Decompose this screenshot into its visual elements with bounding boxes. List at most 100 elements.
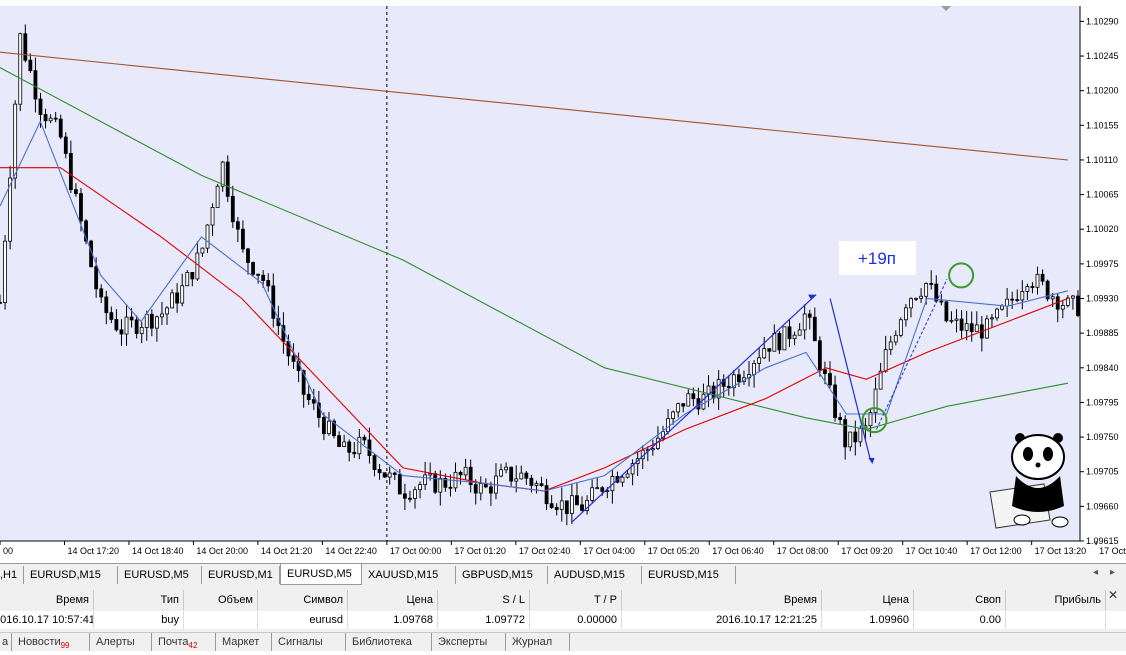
scroll-right-icon[interactable]: ▸ [1110, 567, 1115, 578]
x-tick-label: 17 Oct 09:20 [841, 546, 893, 556]
chart-canvas[interactable]: 1.10290 1.10245 1.10200 1.10155 1.10110 1.100… [0, 0, 1126, 563]
terminal-tab[interactable]: Библиотека [346, 633, 432, 651]
table-row[interactable]: 2016.10.17 10:57:41 buy eurusd 1.09768 1.097… [0, 611, 1126, 629]
terminal-tab[interactable]: Новости99 [12, 633, 90, 651]
close-icon[interactable]: ✕ [1108, 588, 1118, 602]
terminal-tab-label: Новости [18, 636, 61, 648]
terminal-tab-label: Алерты [96, 636, 135, 648]
candle-bull [792, 334, 797, 340]
tab-audusd-m15[interactable]: AUDUSD,M15 [548, 566, 642, 584]
column-header[interactable]: Время [622, 590, 822, 610]
y-tick-label: 1.09750 [1086, 432, 1119, 442]
x-tick-label: 17 Oct 08:00 [777, 546, 829, 556]
terminal-tab-label: а [2, 636, 9, 648]
candle-bull [478, 483, 483, 494]
candle-bear [271, 285, 276, 319]
candle-bull [666, 418, 670, 433]
candle-bear [959, 318, 964, 331]
candle-bear [458, 471, 463, 476]
table-cell: 0.00000 [530, 611, 622, 629]
candle-bear [524, 472, 529, 479]
candle-bear [0, 301, 2, 304]
x-tick-label: 17 Oct 06:40 [712, 546, 764, 556]
column-header[interactable]: S / L [438, 590, 530, 610]
candle-bull [413, 489, 417, 499]
x-tick-label: 17 Oct 05:20 [648, 546, 700, 556]
column-header[interactable]: Прибыль [1006, 590, 1106, 610]
candle-bull [154, 316, 159, 329]
candle-bear [33, 70, 38, 100]
tab-eurusd-m15[interactable]: EURUSD,M15 [24, 566, 118, 584]
symbol-tabs-bar: ,H1 EURUSD,M15 EURUSD,M5 EURUSD,M1 EURUSD,M5… [0, 563, 1126, 586]
y-tick-label: 1.09705 [1086, 467, 1119, 477]
terminal-tab[interactable]: Сигналы [272, 633, 346, 651]
terminal-tab[interactable]: Журнал [506, 633, 570, 651]
scroll-left-icon[interactable]: ◂ [1093, 567, 1098, 578]
candle-bear [787, 326, 792, 340]
candle-bear [681, 403, 686, 407]
candle-bull [327, 420, 331, 435]
candle-bull [559, 500, 564, 510]
column-header[interactable]: T / P [530, 590, 622, 610]
y-tick-label: 1.09840 [1086, 363, 1119, 373]
candle-bear [347, 441, 352, 453]
tab-eurusd-m15[interactable]: EURUSD,M15 [642, 566, 736, 584]
candle-bear [104, 296, 109, 314]
candle-bear [691, 393, 696, 400]
x-tick-label: 14 Oct 21:20 [261, 546, 313, 556]
terminal-tab[interactable]: Почта42 [152, 633, 216, 651]
candle-bear [575, 495, 579, 506]
candle-bull [909, 298, 913, 309]
tab-eurusd-m5[interactable]: EURUSD,M5 [118, 566, 202, 584]
candle-bear [1015, 299, 1020, 302]
candle-bull [18, 33, 23, 105]
candle-bear [529, 477, 534, 486]
candle-bull [848, 431, 853, 448]
candle-bull [357, 436, 362, 455]
candle-bear [843, 419, 848, 448]
column-header[interactable]: Цена [822, 590, 914, 610]
candle-bear [726, 385, 731, 389]
plot-area [0, 6, 1080, 541]
tab-xauusd-m15[interactable]: XAUUSD,M15 [362, 566, 456, 584]
candle-bull [990, 317, 994, 320]
candle-bull [504, 466, 508, 471]
candle-bull [1005, 298, 1010, 307]
tab-eurusd-m1[interactable]: EURUSD,M1 [202, 566, 280, 584]
candle-bull [650, 448, 655, 451]
candle-bear [241, 228, 245, 250]
y-tick-label: 1.10155 [1086, 120, 1119, 130]
terminal-tab[interactable]: Эксперты [432, 633, 506, 651]
y-tick-label: 1.10110 [1086, 155, 1118, 165]
candle-bear [38, 98, 43, 115]
candle-bear [767, 348, 772, 352]
candle-bull [797, 329, 802, 336]
terminal-tab-label: Сигналы [278, 636, 323, 648]
candle-bull [995, 308, 999, 319]
column-header[interactable]: Своп [914, 590, 1006, 610]
candle-bull [898, 319, 903, 336]
candle-bear [580, 504, 584, 511]
terminal-tab[interactable]: Алерты [90, 633, 152, 651]
terminal-tab-label: Маркет [222, 636, 260, 648]
y-tick-label: 1.09660 [1086, 501, 1119, 511]
tab--h1[interactable]: ,H1 [0, 566, 24, 584]
column-header[interactable]: Время [0, 590, 94, 610]
candle-bear [564, 500, 569, 514]
column-header[interactable]: Цена [348, 590, 438, 610]
candle-bull [888, 341, 893, 351]
column-header[interactable]: Объем [184, 590, 258, 610]
candle-bear [246, 248, 250, 263]
column-header[interactable]: Тип [94, 590, 184, 610]
tab-eurusd-m5[interactable]: EURUSD,M5 [280, 564, 362, 585]
candle-bear [114, 319, 119, 331]
candle-bull [590, 487, 595, 501]
price-chart[interactable]: 1.10290 1.10245 1.10200 1.10155 1.10110 1.100… [0, 0, 1126, 563]
tab-gbpusd-m15[interactable]: GBPUSD,M15 [456, 566, 548, 584]
candle-bull [676, 403, 681, 413]
candle-bear [190, 272, 195, 280]
terminal-tab[interactable]: Маркет [216, 633, 272, 651]
terminal-tab[interactable]: а [0, 633, 12, 651]
column-header[interactable]: Символ [258, 590, 348, 610]
x-tick-label: 14 Oct 20:00 [196, 546, 248, 556]
